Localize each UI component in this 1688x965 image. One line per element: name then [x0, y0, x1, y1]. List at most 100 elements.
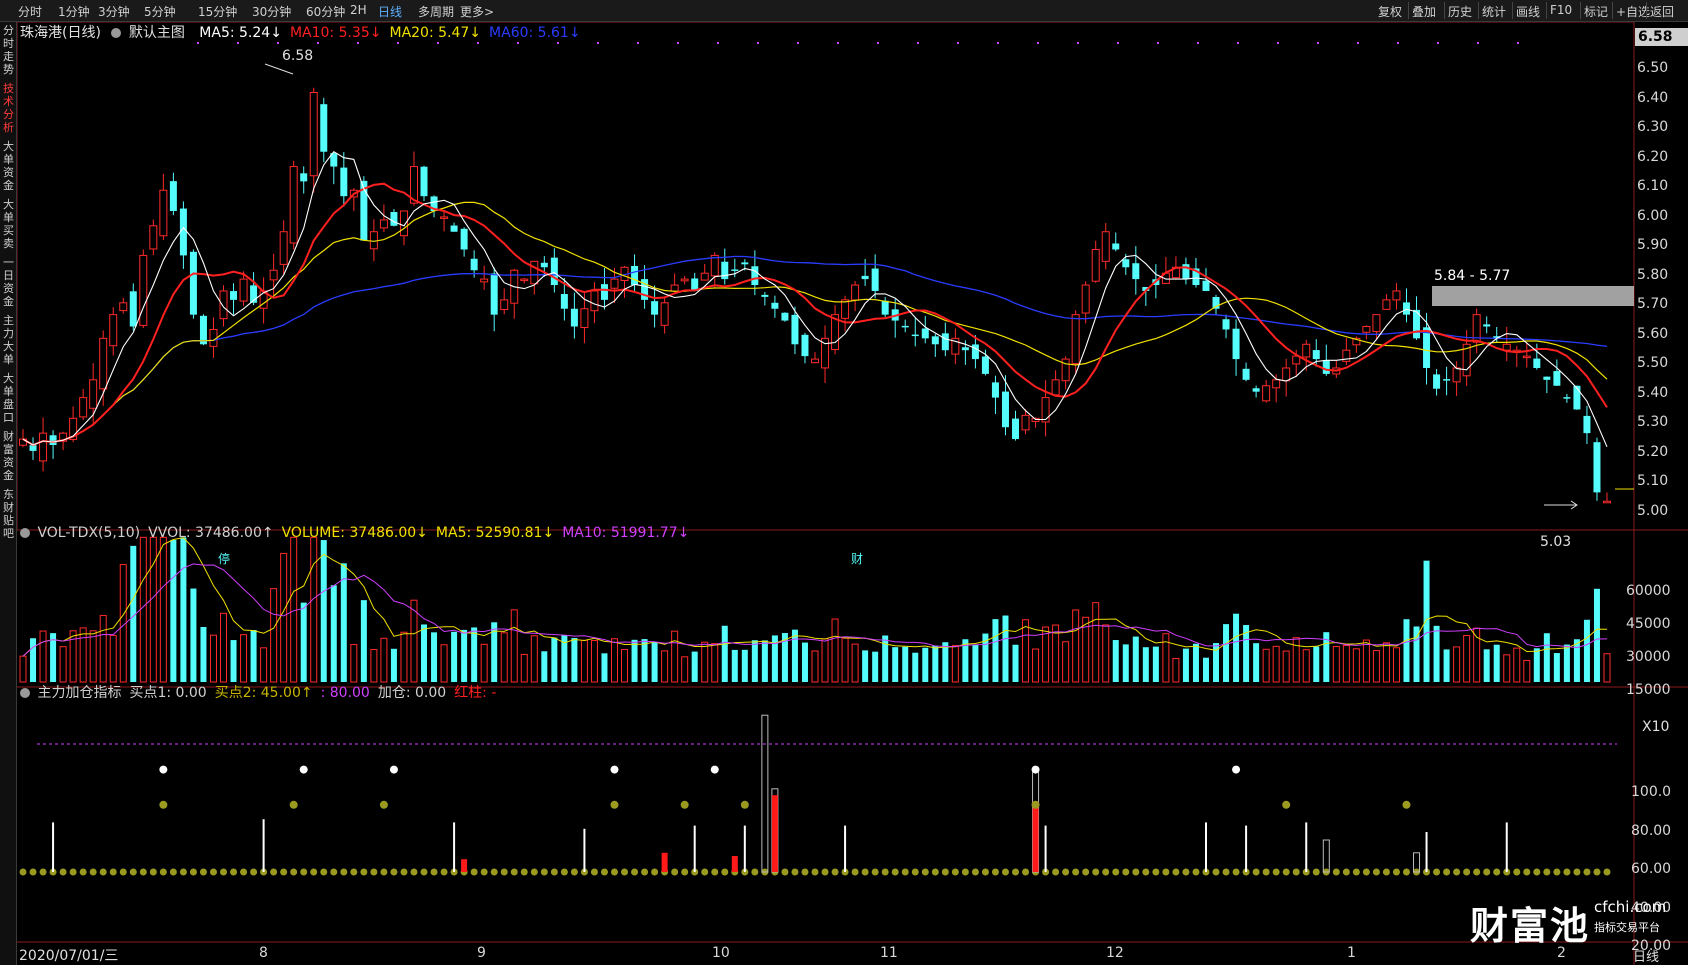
- price-candle[interactable]: [1593, 437, 1601, 501]
- price-candle[interactable]: [179, 201, 187, 269]
- price-candle[interactable]: [1252, 385, 1260, 398]
- price-candle[interactable]: [139, 249, 148, 329]
- price-candle[interactable]: [500, 288, 509, 315]
- timeframe-8[interactable]: 日线: [378, 3, 402, 20]
- price-candle[interactable]: [320, 97, 328, 163]
- price-candle[interactable]: [230, 283, 238, 315]
- timeframe-2[interactable]: 3分钟: [98, 3, 130, 20]
- timeframe-4[interactable]: 15分钟: [198, 3, 237, 20]
- price-candle[interactable]: [159, 173, 168, 240]
- price-candle[interactable]: [1041, 380, 1050, 437]
- price-candle[interactable]: [1392, 283, 1401, 310]
- price-candle[interactable]: [369, 219, 378, 262]
- toolbar-action-1[interactable]: 叠加: [1412, 3, 1436, 20]
- price-candle[interactable]: [39, 417, 48, 472]
- price-candle[interactable]: [771, 295, 779, 318]
- toolbar-action-3[interactable]: 统计: [1482, 3, 1506, 20]
- toolbar-action-4[interactable]: 画线: [1516, 3, 1540, 20]
- price-candle[interactable]: [360, 176, 368, 242]
- price-candle[interactable]: [691, 272, 699, 292]
- sidebar-tab-8[interactable]: 东财贴吧: [1, 488, 16, 540]
- sidebar-tab-5[interactable]: 主力大单: [1, 314, 16, 366]
- price-candle[interactable]: [430, 195, 438, 218]
- price-candle[interactable]: [1232, 319, 1240, 376]
- price-candle[interactable]: [1222, 314, 1230, 339]
- vol-indicator-1[interactable]: VVOL: 37486.00↑: [148, 525, 273, 541]
- price-candle[interactable]: [109, 307, 118, 356]
- price-candle[interactable]: [1342, 337, 1351, 365]
- price-candle[interactable]: [1161, 256, 1170, 284]
- sidebar-tab-1[interactable]: 技术分析: [1, 82, 16, 134]
- price-candle[interactable]: [721, 248, 729, 285]
- main-indicator-2[interactable]: MA20: 5.47↓: [389, 25, 481, 41]
- price-candle[interactable]: [1182, 257, 1190, 285]
- price-candle[interactable]: [1061, 356, 1070, 390]
- price-candle[interactable]: [440, 211, 449, 232]
- toolbar-action-6[interactable]: 标记: [1584, 3, 1608, 20]
- ind-indicator-4[interactable]: 加仓: 0.00: [378, 685, 446, 701]
- sidebar-tab-7[interactable]: 财富资金: [1, 430, 16, 482]
- sidebar-tab-4[interactable]: 一日资金: [1, 256, 16, 308]
- toolbar-action-2[interactable]: 历史: [1448, 3, 1472, 20]
- price-candle[interactable]: [1573, 385, 1581, 410]
- price-candle[interactable]: [651, 285, 659, 328]
- price-candle[interactable]: [19, 429, 27, 448]
- event-marker-suspend[interactable]: 停: [218, 550, 230, 567]
- price-candle[interactable]: [279, 220, 288, 275]
- price-candle[interactable]: [209, 317, 218, 358]
- price-candle[interactable]: [420, 165, 428, 202]
- price-candle[interactable]: [1362, 325, 1371, 340]
- price-candle[interactable]: [450, 222, 458, 232]
- toolbar-action-7[interactable]: +自选: [1616, 3, 1650, 20]
- price-candle[interactable]: [300, 166, 308, 194]
- price-candle[interactable]: [129, 283, 137, 331]
- main-indicator-3[interactable]: MA60: 5.61↓: [489, 25, 581, 41]
- price-candle[interactable]: [1423, 313, 1431, 385]
- template-dropdown-icon[interactable]: [111, 28, 122, 38]
- sidebar-tab-3[interactable]: 大单买卖: [1, 198, 16, 250]
- price-candle[interactable]: [660, 296, 669, 334]
- price-candle[interactable]: [1522, 343, 1531, 368]
- ind-indicator-0[interactable]: 主力加仓指标: [37, 685, 121, 701]
- price-candle[interactable]: [330, 151, 338, 185]
- price-candle[interactable]: [520, 277, 529, 284]
- event-marker-finance[interactable]: 财: [851, 550, 863, 567]
- price-candle[interactable]: [1282, 358, 1291, 397]
- price-candle[interactable]: [340, 152, 348, 207]
- price-candle[interactable]: [851, 280, 860, 312]
- price-candle[interactable]: [1433, 369, 1441, 396]
- price-candle[interactable]: [119, 297, 128, 314]
- sidebar-tab-0[interactable]: 分时走势: [1, 24, 16, 76]
- price-candle[interactable]: [460, 227, 468, 257]
- price-candle[interactable]: [309, 87, 318, 193]
- price-candle[interactable]: [1502, 326, 1511, 362]
- price-candle[interactable]: [1071, 310, 1080, 373]
- toolbar-action-0[interactable]: 复权: [1378, 3, 1402, 20]
- price-candle[interactable]: [289, 160, 298, 250]
- price-candle[interactable]: [510, 268, 519, 319]
- price-candle[interactable]: [1533, 343, 1541, 370]
- toolbar-action-5[interactable]: F10: [1550, 3, 1572, 17]
- price-candle[interactable]: [700, 264, 709, 281]
- ind-indicator-1[interactable]: 买点1: 0.00: [129, 685, 206, 701]
- price-candle[interactable]: [1402, 288, 1410, 323]
- vol-indicator-4[interactable]: MA10: 51991.77↓: [562, 525, 689, 541]
- price-candle[interactable]: [1382, 294, 1391, 310]
- price-candle[interactable]: [169, 172, 177, 216]
- timeframe-9[interactable]: 多周期: [418, 3, 454, 20]
- price-candle[interactable]: [1112, 232, 1120, 252]
- price-candle[interactable]: [1091, 240, 1100, 283]
- price-candle[interactable]: [981, 349, 989, 376]
- price-candle[interactable]: [901, 319, 909, 333]
- timeframe-6[interactable]: 60分钟: [306, 3, 345, 20]
- price-candle[interactable]: [79, 388, 88, 421]
- price-candle[interactable]: [570, 292, 578, 339]
- price-candle[interactable]: [1553, 359, 1561, 386]
- timeframe-3[interactable]: 5分钟: [144, 3, 176, 20]
- price-candle[interactable]: [951, 328, 960, 365]
- timeframe-0[interactable]: 分时: [18, 3, 42, 20]
- price-candle[interactable]: [149, 219, 158, 256]
- ind-indicator-3[interactable]: : 80.00: [321, 685, 370, 701]
- price-candle[interactable]: [379, 204, 388, 233]
- price-candle[interactable]: [259, 277, 268, 324]
